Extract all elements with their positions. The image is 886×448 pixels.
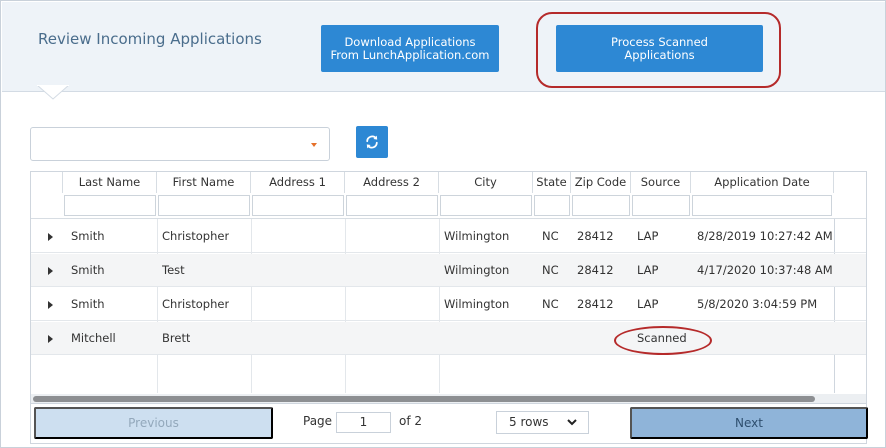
- cell-zip-code: 28412: [577, 229, 614, 243]
- filter-state-input[interactable]: [534, 195, 570, 216]
- caret-down-icon: [311, 143, 317, 147]
- applications-grid: Last Name First Name Address 1 Address 2…: [30, 171, 867, 404]
- empty-row: [31, 356, 866, 394]
- app-frame: Review Incoming Applications Download Ap…: [0, 0, 886, 448]
- cell-application-date: [697, 322, 834, 355]
- download-button-line-1: Download Applications: [344, 34, 476, 49]
- cell-application-date: 4/17/2020 10:37:48 AM: [697, 263, 833, 277]
- cell-state: NC: [542, 263, 559, 277]
- cell-last-name: Mitchell: [71, 331, 116, 345]
- table-row[interactable]: Smith Christopher Wilmington NC 28412 LA…: [31, 288, 866, 321]
- cell-city: Wilmington: [444, 229, 510, 243]
- column-header-last-name[interactable]: Last Name: [63, 172, 157, 193]
- cell-state: NC: [542, 229, 559, 243]
- cell-last-name: Smith: [71, 297, 105, 311]
- column-header-city[interactable]: City: [439, 172, 533, 193]
- page-label: Page: [303, 414, 333, 428]
- cell-city: Wilmington: [444, 263, 510, 277]
- filter-city-input[interactable]: [440, 195, 532, 216]
- scanned-source-highlight: [614, 326, 712, 355]
- cell-zip-code: 28412: [577, 263, 614, 277]
- download-button-line-2: From LunchApplication.com: [330, 47, 490, 62]
- refresh-icon: [366, 135, 378, 149]
- cell-first-name: Christopher: [162, 297, 230, 311]
- pager: Previous Page 1 of 2 5 rows Next: [30, 404, 868, 444]
- cell-last-name: Smith: [71, 229, 105, 243]
- column-header-first-name[interactable]: First Name: [157, 172, 251, 193]
- filter-first-name-input[interactable]: [158, 195, 250, 216]
- column-header-address-1[interactable]: Address 1: [251, 172, 345, 193]
- filter-application-date-input[interactable]: [692, 195, 832, 216]
- application-filter-dropdown[interactable]: [30, 127, 330, 161]
- rows-per-page-value: 5 rows: [509, 415, 549, 429]
- filter-row: [31, 193, 866, 219]
- cell-first-name: Brett: [162, 331, 191, 345]
- header-pointer: [37, 85, 69, 100]
- cell-zip-code: 28412: [577, 297, 614, 311]
- expand-row-icon[interactable]: [48, 301, 53, 309]
- chevron-down-icon: [567, 419, 577, 426]
- scrollbar-thumb[interactable]: [33, 396, 815, 402]
- column-header-source[interactable]: Source: [631, 172, 691, 193]
- next-page-button[interactable]: Next: [630, 407, 868, 439]
- download-applications-button[interactable]: Download Applications From LunchApplicat…: [321, 25, 499, 72]
- expand-row-icon[interactable]: [48, 267, 53, 275]
- cell-city: Wilmington: [444, 297, 510, 311]
- cell-last-name: Smith: [71, 263, 105, 277]
- cell-state: NC: [542, 297, 559, 311]
- previous-page-button[interactable]: Previous: [34, 407, 273, 439]
- horizontal-scrollbar[interactable]: [31, 394, 866, 403]
- cell-source: LAP: [637, 229, 659, 243]
- filter-zip-code-input[interactable]: [572, 195, 630, 216]
- cell-application-date: 5/8/2020 3:04:59 PM: [697, 297, 818, 311]
- expand-row-icon[interactable]: [48, 335, 53, 343]
- cell-source: LAP: [637, 263, 659, 277]
- filter-address-1-input[interactable]: [252, 195, 344, 216]
- filter-address-2-input[interactable]: [346, 195, 438, 216]
- rows-per-page-select[interactable]: 5 rows: [496, 411, 589, 434]
- column-header-address-2[interactable]: Address 2: [345, 172, 439, 193]
- refresh-button[interactable]: [356, 126, 388, 158]
- expand-row-icon[interactable]: [48, 233, 53, 241]
- filter-last-name-input[interactable]: [64, 195, 156, 216]
- cell-application-date: 8/28/2019 10:27:42 AM: [697, 229, 833, 243]
- process-button-highlight: [536, 12, 781, 88]
- page-title: Review Incoming Applications: [38, 30, 262, 48]
- cell-first-name: Test: [162, 263, 185, 277]
- table-row[interactable]: Smith Christopher Wilmington NC 28412 LA…: [31, 220, 866, 253]
- cell-first-name: Christopher: [162, 229, 230, 243]
- page-number-input[interactable]: 1: [336, 412, 391, 433]
- cell-source: LAP: [637, 297, 659, 311]
- column-header-application-date[interactable]: Application Date: [691, 172, 834, 193]
- expander-column-header: [31, 172, 63, 193]
- table-row[interactable]: Smith Test Wilmington NC 28412 LAP 4/17/…: [31, 254, 866, 287]
- filter-source-input[interactable]: [632, 195, 690, 216]
- page-count-label: of 2: [399, 414, 423, 428]
- column-header-state[interactable]: State: [533, 172, 571, 193]
- column-header-zip-code[interactable]: Zip Code: [571, 172, 631, 193]
- table-row[interactable]: Mitchell Brett Scanned: [31, 322, 866, 355]
